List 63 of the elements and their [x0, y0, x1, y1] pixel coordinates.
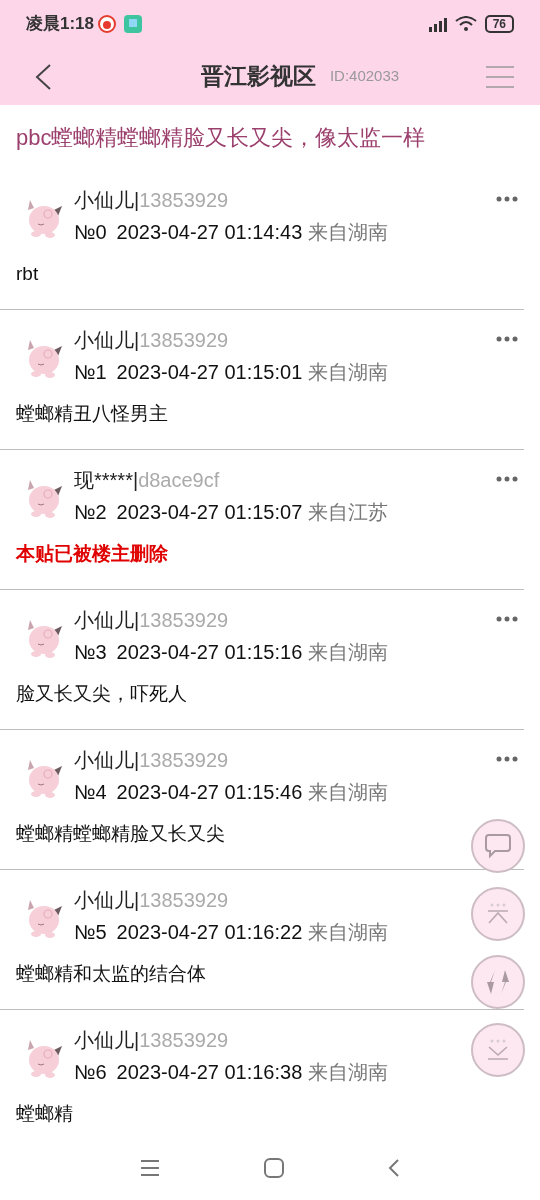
post-location: 来自湖南 [308, 360, 389, 385]
post-body: 本贴已被楼主删除 [16, 543, 168, 564]
username: 小仙儿| [74, 188, 140, 213]
post-time: 2023-04-27 01:15:01 [116, 360, 303, 385]
post-time: 2023-04-27 01:15:16 [116, 640, 303, 665]
more-icon[interactable] [496, 616, 518, 622]
post-time: 2023-04-27 01:16:22 [116, 920, 303, 945]
post-location: 来自湖南 [308, 780, 389, 805]
status-time: 凌晨1:18 [26, 13, 95, 36]
arrow-down-icon [486, 1039, 510, 1061]
app-icon [98, 15, 117, 33]
post-body: 螳螂精丑八怪男主 [16, 403, 168, 424]
more-icon[interactable] [496, 196, 518, 202]
speech-bubble-icon [484, 833, 512, 859]
home-icon[interactable] [264, 1158, 284, 1178]
floor-number: №5 [74, 920, 107, 945]
arrow-up-icon [486, 903, 510, 925]
post-time: 2023-04-27 01:14:43 [116, 220, 303, 245]
thread-title: pbc螳螂精螳螂精脸又长又尖，像太监一样 [16, 124, 426, 152]
user-id: 13853929 [139, 608, 229, 633]
user-id: 13853929 [139, 748, 229, 773]
comment-button[interactable] [471, 819, 525, 873]
floor-number: №4 [74, 780, 107, 805]
user-id: 13853929 [139, 1028, 229, 1053]
username: 现*****| [74, 468, 139, 493]
battery-indicator: 76 [484, 15, 514, 33]
more-icon[interactable] [496, 476, 518, 482]
refresh-button[interactable] [471, 955, 525, 1009]
floor-number: №2 [74, 500, 107, 525]
username: 小仙儿| [74, 328, 140, 353]
post-time: 2023-04-27 01:15:46 [116, 780, 303, 805]
post-location: 来自湖南 [308, 1060, 389, 1085]
post-time: 2023-04-27 01:16:38 [116, 1060, 303, 1085]
username: 小仙儿| [74, 748, 140, 773]
more-icon[interactable] [496, 756, 518, 762]
post-body: 螳螂精螳螂精脸又长又尖 [16, 823, 225, 844]
post-location: 来自湖南 [308, 640, 389, 665]
username: 小仙儿| [74, 888, 140, 913]
more-icon[interactable] [496, 336, 518, 342]
user-id: 13853929 [139, 328, 229, 353]
menu-icon[interactable] [140, 1159, 160, 1177]
floor-number: №6 [74, 1060, 107, 1085]
user-id: d8ace9cf [138, 468, 220, 493]
post-location: 来自湖南 [308, 220, 389, 245]
page-title: 晋江影视区 [200, 62, 316, 92]
post-body: rbt [16, 263, 39, 284]
username: 小仙儿| [74, 1028, 140, 1053]
floor-number: №1 [74, 360, 107, 385]
post-body: 螳螂精 [16, 1103, 73, 1124]
floor-number: №3 [74, 640, 107, 665]
post-body: 脸又长又尖，吓死人 [16, 683, 187, 704]
user-id: 13853929 [139, 888, 229, 913]
wifi-icon [454, 16, 477, 32]
username: 小仙儿| [74, 608, 140, 633]
post-location: 来自江苏 [308, 500, 389, 525]
post-body: 螳螂精和太监的结合体 [16, 963, 206, 984]
back-icon[interactable] [388, 1158, 400, 1178]
post-location: 来自湖南 [308, 920, 389, 945]
forum-id: ID:402033 [329, 66, 400, 87]
user-id: 13853929 [139, 188, 229, 213]
app-icon [124, 15, 143, 33]
floor-number: №0 [74, 220, 107, 245]
post-time: 2023-04-27 01:15:07 [116, 500, 303, 525]
